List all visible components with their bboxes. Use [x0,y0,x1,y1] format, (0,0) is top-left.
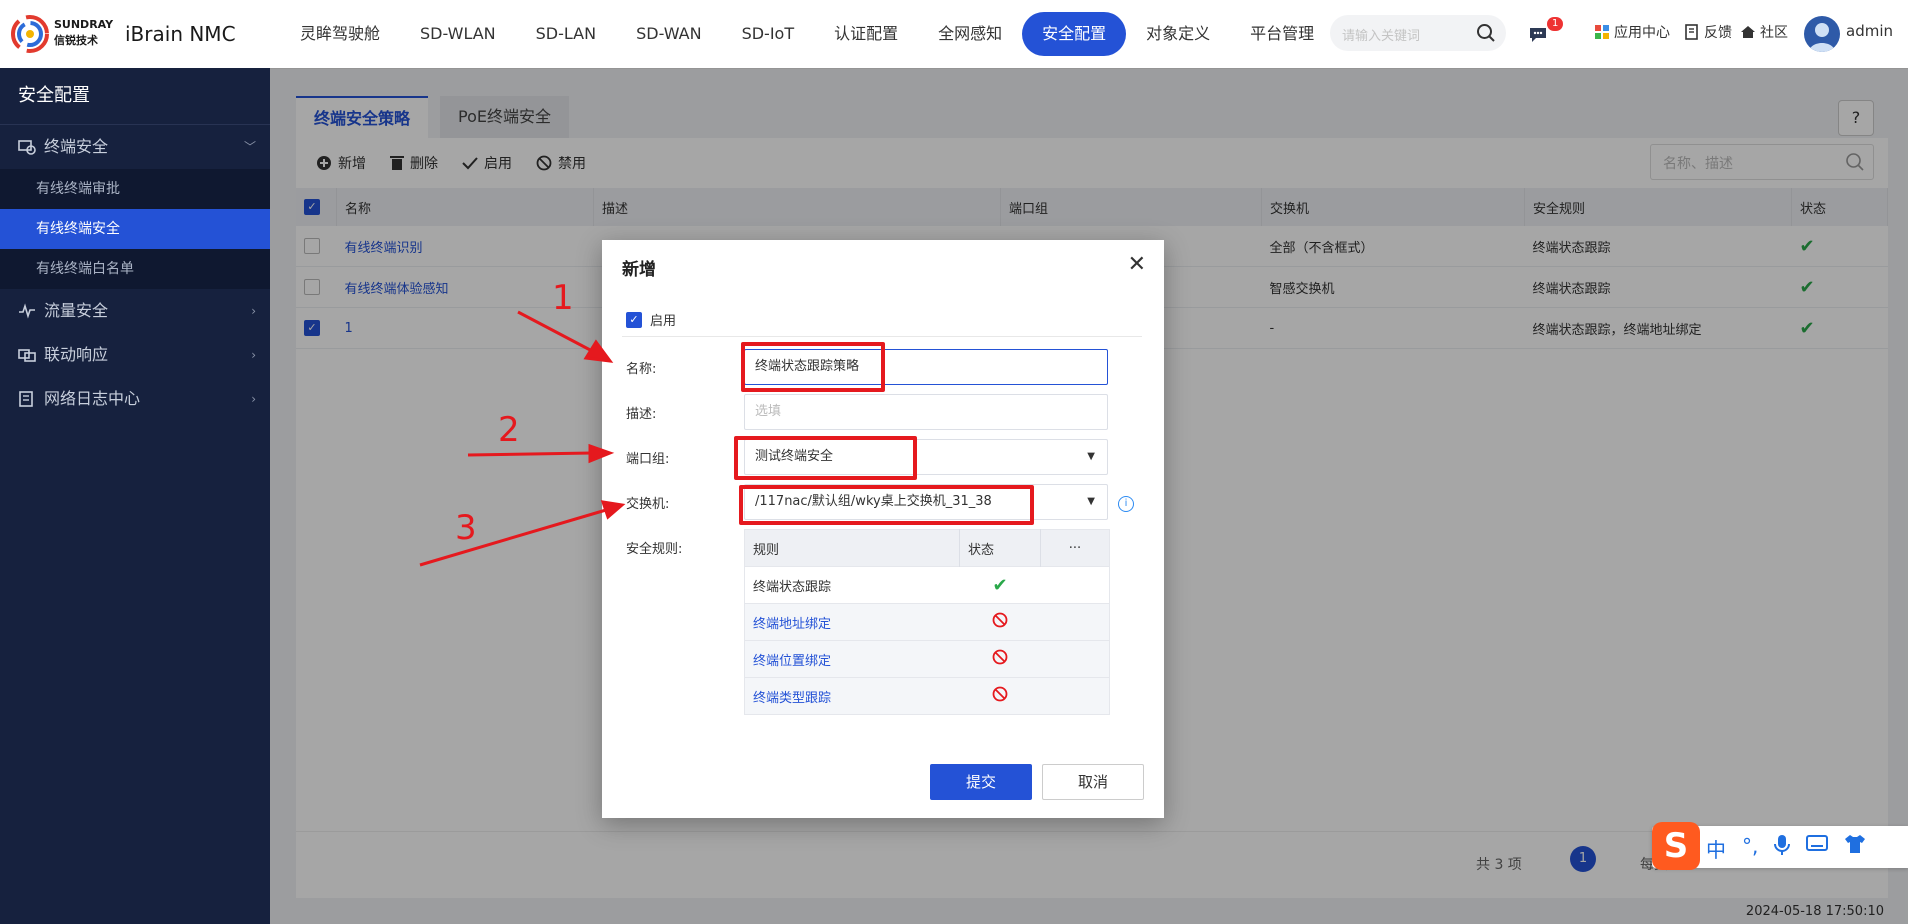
annotation-arrowhead-1 [583,339,614,363]
microphone-icon[interactable] [1774,834,1791,856]
ime-punct-toggle[interactable]: °, [1742,834,1758,863]
ime-mode-toggle[interactable]: 中 [1706,834,1726,863]
annotation-arrows [419,310,626,567]
annotation-arrowhead-3 [600,500,626,520]
skin-shirt-icon[interactable] [1844,834,1866,854]
annotation-arrow-3 [419,508,607,567]
ime-toolbar: S 中 °, [1652,822,1908,870]
keyboard-icon[interactable] [1806,834,1829,852]
annotation-arrow-2 [467,451,593,457]
annotation-arrow-1 [517,310,595,354]
annotation-arrowhead-2 [588,443,615,464]
sogou-ime-icon[interactable]: S [1652,822,1700,870]
